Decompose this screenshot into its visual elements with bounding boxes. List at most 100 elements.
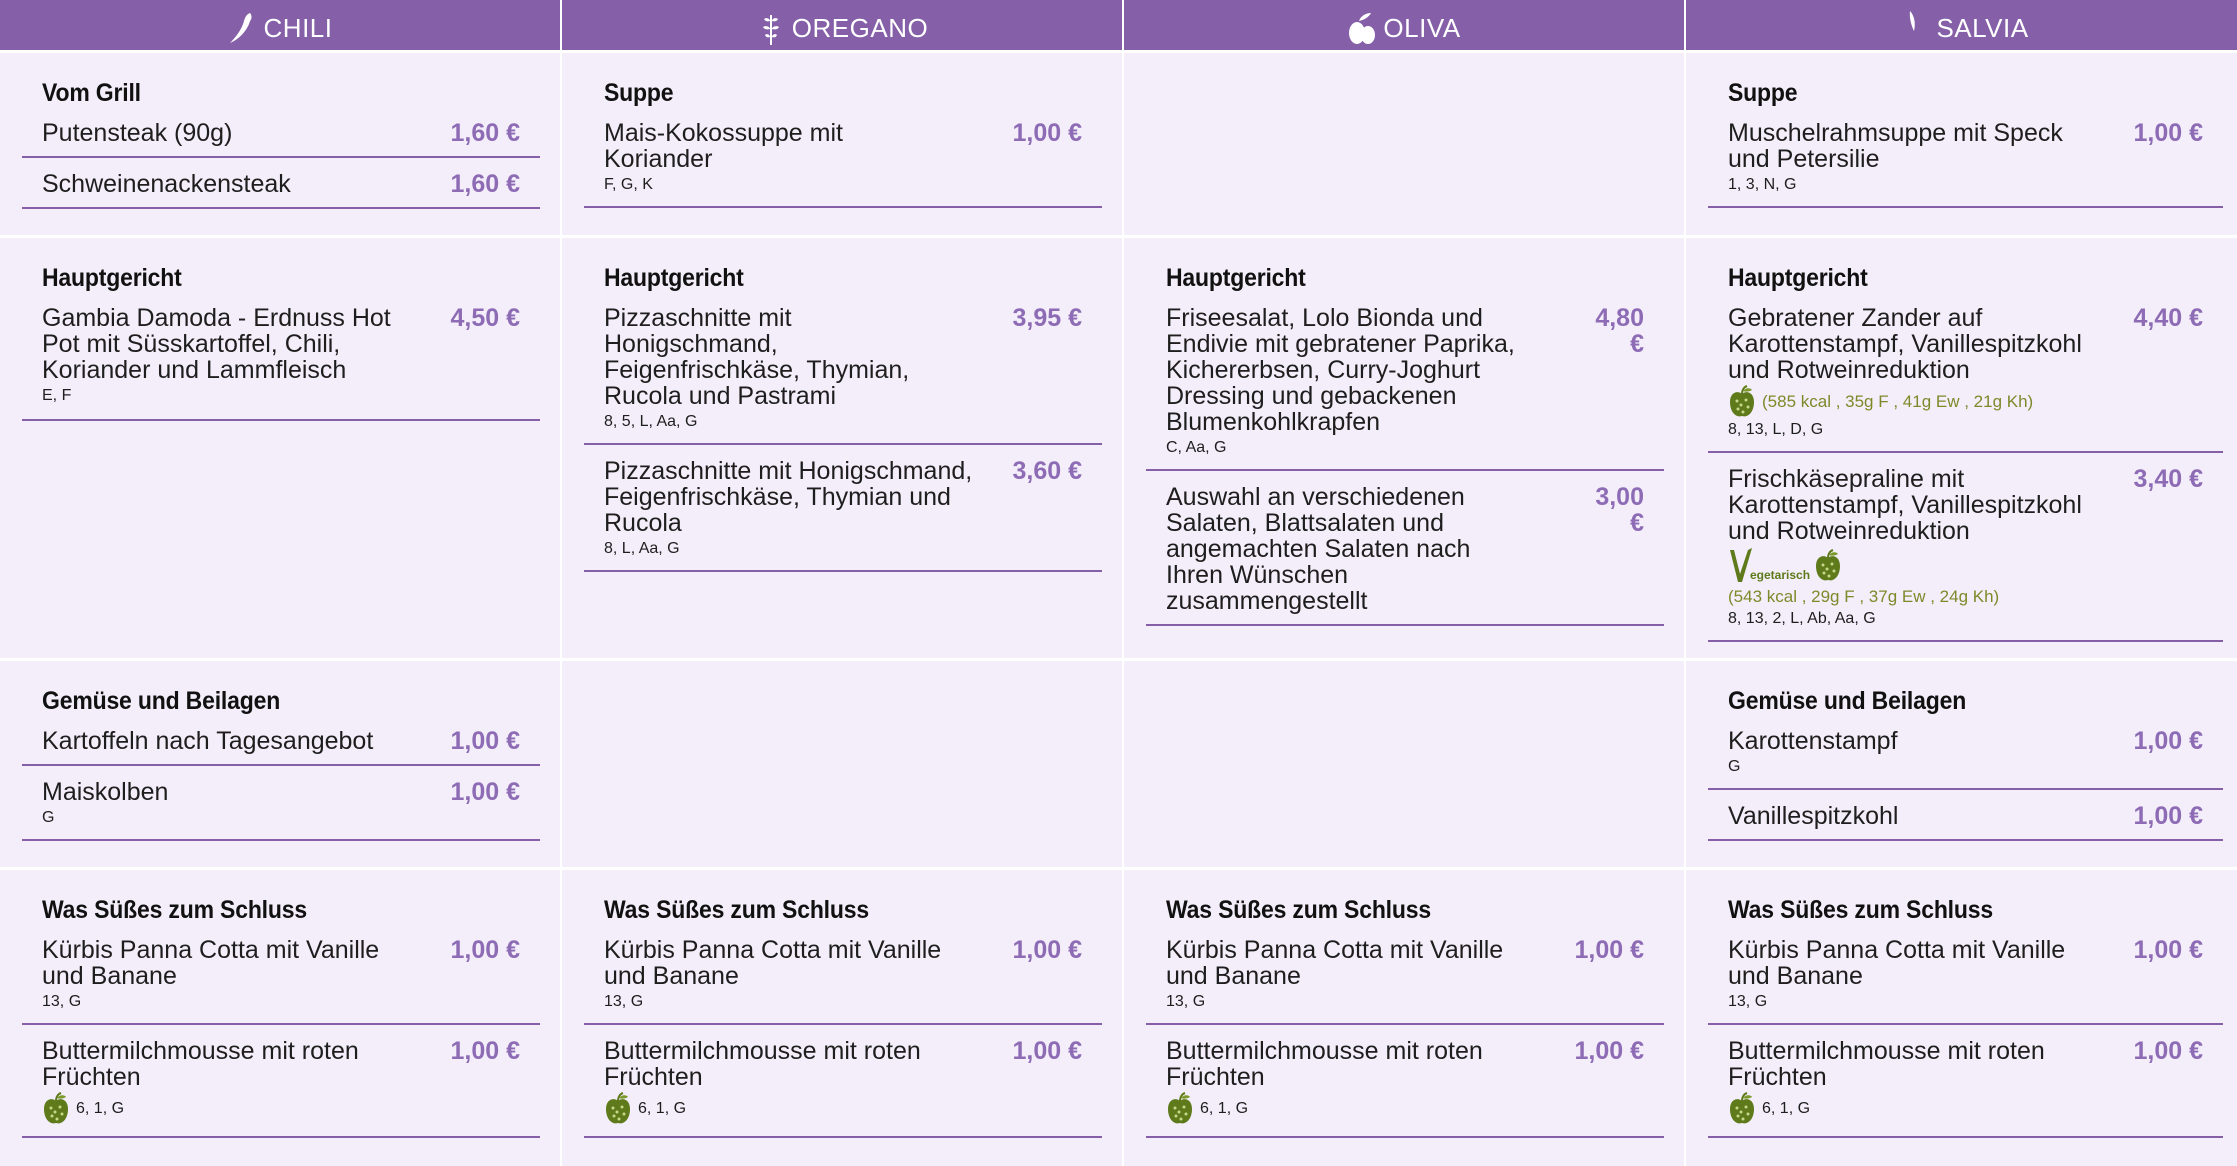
salvia-dessert-section: Was Süßes zum Schluss Kürbis Panna Cotta…: [1686, 870, 2237, 1166]
section-title: Hauptgericht: [604, 264, 744, 292]
menu-item: Putensteak (90g) 1,60 €: [22, 120, 540, 158]
menu-item: Maiskolben G 1,00 €: [22, 779, 540, 841]
allergens: 6, 1, G: [638, 1100, 687, 1117]
item-name: Gambia Damoda - Erdnuss Hot Pot mit Süss…: [42, 304, 391, 384]
menu-item: Kürbis Panna Cotta mit Vanille und Banan…: [584, 937, 1102, 1025]
item-details: 6, 1, G: [604, 1092, 994, 1126]
item-name: Gebratener Zander auf Karottenstampf, Va…: [1728, 304, 2082, 384]
item-name: Kürbis Panna Cotta mit Vanille und Banan…: [1728, 936, 2066, 990]
oregano-soup-section: Suppe Mais-Kokossuppe mit Koriander F, G…: [562, 53, 1122, 235]
chili-grill-section: Vom Grill Putensteak (90g) 1,60 € Schwei…: [0, 53, 560, 235]
menu-item: Schweinenackensteak 1,60 €: [22, 171, 540, 209]
allergens: G: [42, 809, 55, 826]
menu-item: Pizzaschnitte mit Honigschmand, Feigenfr…: [584, 305, 1102, 445]
item-price: 3,95 €: [1012, 304, 1082, 332]
menu-item: Kartoffeln nach Tagesangebot 1,00 €: [22, 728, 540, 766]
allergens: E, F: [42, 387, 72, 404]
item-name: Buttermilchmousse mit roten Früchten: [42, 1037, 359, 1091]
item-name: Friseesalat, Lolo Bionda und Endivie mit…: [1166, 304, 1515, 436]
apple-icon: [1728, 1092, 1756, 1126]
salvia-soup-section: Suppe Muschelrahmsuppe mit Speck und Pet…: [1686, 53, 2237, 235]
section-title: Suppe: [1728, 79, 1798, 107]
menu-item: Buttermilchmousse mit roten Früchten 6, …: [1146, 1038, 1664, 1138]
item-name: Pizzaschnitte mit Honigschmand, Feigenfr…: [604, 304, 910, 410]
menu-item: Kürbis Panna Cotta mit Vanille und Banan…: [1708, 937, 2223, 1025]
item-price: 1,00 €: [1574, 1037, 1644, 1065]
item-name: Buttermilchmousse mit roten Früchten: [1166, 1037, 1483, 1091]
item-name: Maiskolben: [42, 778, 169, 806]
item-name: Buttermilchmousse mit roten Früchten: [1728, 1037, 2045, 1091]
menu-item: Gebratener Zander auf Karottenstampf, Va…: [1708, 305, 2223, 453]
item-details: (585 kcal , 35g F , 41g Ew , 21g Kh) 8, …: [1728, 385, 2115, 441]
item-price: 1,00 €: [450, 778, 520, 806]
section-title: Hauptgericht: [1728, 264, 1868, 292]
menu-item: Buttermilchmousse mit roten Früchten 6, …: [1708, 1038, 2223, 1138]
item-details: 6, 1, G: [42, 1092, 432, 1126]
section-title: Hauptgericht: [42, 264, 182, 292]
item-price: 1,00 €: [450, 936, 520, 964]
item-name: Pizzaschnitte mit Honigschmand, Feigenfr…: [604, 457, 973, 537]
item-name: Auswahl an verschiedenen Salaten, Blatts…: [1166, 483, 1471, 615]
item-price: 1,00 €: [1574, 936, 1644, 964]
item-name: Schweinenackensteak: [42, 170, 291, 198]
item-price: 1,00 €: [1012, 119, 1082, 147]
menu-item: Mais-Kokossuppe mit Koriander F, G, K 1,…: [584, 120, 1102, 208]
section-title: Gemüse und Beilagen: [1728, 687, 1967, 715]
allergens: 13, G: [42, 993, 82, 1010]
item-name: Kürbis Panna Cotta mit Vanille und Banan…: [604, 936, 942, 990]
item-price: 1,00 €: [2133, 727, 2203, 755]
apple-icon: [1814, 549, 1842, 583]
oregano-icon: [762, 15, 779, 45]
olive-icon: [1349, 13, 1376, 44]
item-details: 6, 1, G: [1728, 1092, 2115, 1126]
allergens: 8, 13, L, D, G: [1728, 421, 1824, 438]
column-header-oliva: OLIVA: [1124, 0, 1684, 50]
item-name: Vanillespitzkohl: [1728, 802, 1899, 830]
menu-item: Buttermilchmousse mit roten Früchten 6, …: [584, 1038, 1102, 1138]
item-price: 1,00 €: [1012, 1037, 1082, 1065]
item-name: Putensteak (90g): [42, 119, 233, 147]
allergens: 13, G: [1166, 993, 1206, 1010]
item-price: 1,00 €: [450, 727, 520, 755]
item-price: 1,00 €: [2133, 936, 2203, 964]
allergens: G: [1728, 758, 1741, 775]
allergens: 6, 1, G: [1762, 1100, 1811, 1117]
salvia-sides-section: Gemüse und Beilagen Karottenstampf G 1,0…: [1686, 661, 2237, 867]
chili-icon: [229, 13, 252, 43]
section-title: Was Süßes zum Schluss: [1728, 896, 1993, 924]
item-name: Muschelrahmsuppe mit Speck und Petersili…: [1728, 119, 2063, 173]
column-title: OREGANO: [791, 12, 929, 43]
item-name: Kartoffeln nach Tagesangebot: [42, 727, 374, 755]
menu-item: Muschelrahmsuppe mit Speck und Petersili…: [1708, 120, 2223, 208]
section-title: Vom Grill: [42, 79, 141, 107]
item-details: egetarisch (543 kcal , 29g F , 37g Ew , …: [1728, 546, 2115, 630]
item-price: 3,60 €: [1012, 457, 1082, 485]
column-title: OLIVA: [1383, 12, 1461, 43]
oregano-dessert-section: Was Süßes zum Schluss Kürbis Panna Cotta…: [562, 870, 1122, 1166]
allergens: 13, G: [1728, 993, 1768, 1010]
menu-item: Gambia Damoda - Erdnuss Hot Pot mit Süss…: [22, 305, 540, 421]
column-title: CHILI: [263, 12, 333, 43]
section-title: Suppe: [604, 79, 674, 107]
item-name: Frischkäsepraline mit Karottenstampf, Va…: [1728, 465, 2082, 545]
item-price: 4,80 €: [1595, 304, 1644, 358]
section-title: Hauptgericht: [1166, 264, 1306, 292]
chili-sides-section: Gemüse und Beilagen Kartoffeln nach Tage…: [0, 661, 560, 867]
item-price: 1,00 €: [450, 1037, 520, 1065]
item-price: 1,00 €: [2133, 119, 2203, 147]
item-price: 1,00 €: [2133, 1037, 2203, 1065]
oregano-empty-cell: [562, 661, 1122, 867]
column-header-oregano: OREGANO: [562, 0, 1122, 50]
apple-icon: [1728, 385, 1756, 419]
allergens: 8, 5, L, Aa, G: [604, 413, 698, 430]
item-price: 1,00 €: [1012, 936, 1082, 964]
allergens: 6, 1, G: [1200, 1100, 1249, 1117]
chili-main-section: Hauptgericht Gambia Damoda - Erdnuss Hot…: [0, 238, 560, 658]
allergens: F, G, K: [604, 176, 653, 193]
menu-item: Buttermilchmousse mit roten Früchten 6, …: [22, 1038, 540, 1138]
apple-icon: [1166, 1092, 1194, 1126]
allergens: 6, 1, G: [76, 1100, 125, 1117]
sage-leaf-icon: [1910, 11, 1916, 31]
menu-grid: CHILI OREGANO OLIVA SALVIA Vom Grill Put…: [0, 0, 2237, 1166]
oliva-empty-cell: [1124, 53, 1684, 235]
